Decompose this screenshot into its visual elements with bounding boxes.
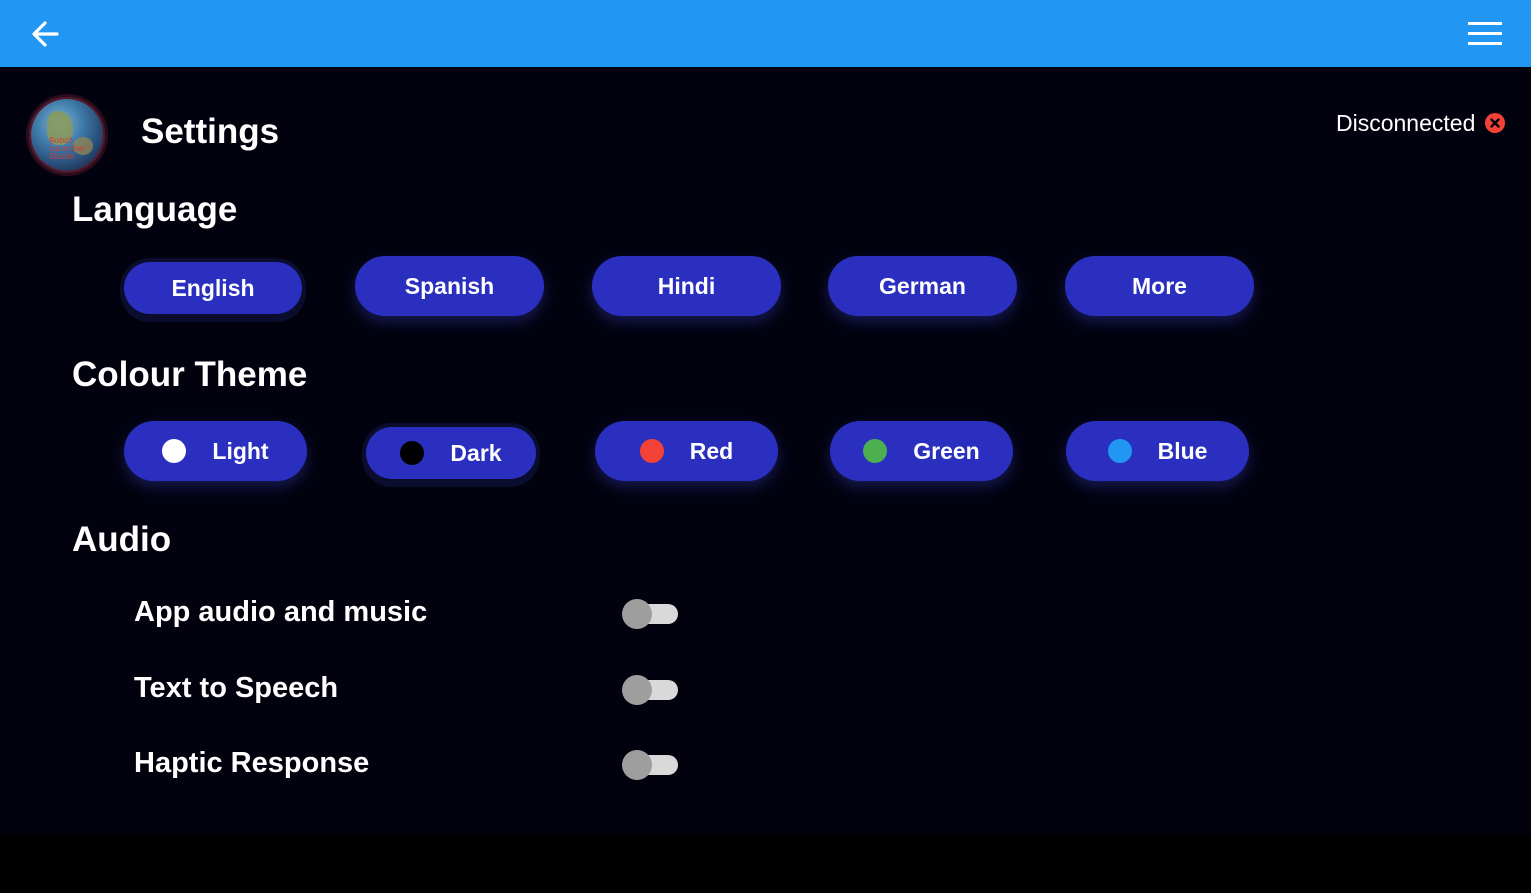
language-option-label: Spanish bbox=[404, 272, 495, 299]
logo-text: Robot Launcher Studio bbox=[49, 136, 87, 161]
theme-option-label: Light bbox=[212, 437, 269, 464]
bottom-strip bbox=[0, 835, 1531, 893]
toggle-knob bbox=[622, 599, 652, 629]
theme-dot-blue-icon bbox=[1107, 439, 1132, 463]
text-to-speech-toggle[interactable] bbox=[622, 675, 678, 705]
theme-dot-black-icon bbox=[400, 441, 425, 465]
language-option-more[interactable]: More bbox=[1065, 256, 1254, 316]
audio-setting-label: Haptic Response bbox=[134, 747, 370, 779]
page-title: Settings bbox=[141, 112, 280, 151]
theme-option-red[interactable]: Red bbox=[595, 421, 778, 481]
arrow-left-icon bbox=[32, 21, 59, 47]
menu-button[interactable] bbox=[1466, 19, 1506, 49]
theme-option-label: Blue bbox=[1157, 437, 1208, 464]
hamburger-menu-icon bbox=[1468, 22, 1502, 45]
connection-status: Disconnected bbox=[1336, 108, 1506, 138]
language-option-hindi[interactable]: Hindi bbox=[592, 256, 781, 316]
app-logo: Robot Launcher Studio bbox=[26, 94, 108, 176]
language-option-english[interactable]: English bbox=[124, 262, 302, 314]
language-option-label: German bbox=[879, 272, 966, 299]
language-option-german[interactable]: German bbox=[828, 256, 1017, 316]
theme-option-dark[interactable]: Dark bbox=[366, 427, 536, 479]
toggle-knob bbox=[622, 675, 652, 705]
language-option-spanish[interactable]: Spanish bbox=[355, 256, 544, 316]
theme-dot-green-icon bbox=[863, 439, 888, 463]
language-option-label: English bbox=[171, 274, 255, 301]
theme-dot-white-icon bbox=[162, 439, 187, 463]
theme-option-label: Dark bbox=[450, 439, 502, 466]
audio-section-title: Audio bbox=[72, 520, 172, 559]
audio-setting-label: App audio and music bbox=[134, 596, 428, 628]
colour-theme-section-title: Colour Theme bbox=[72, 355, 308, 394]
theme-option-label: Red bbox=[689, 437, 734, 464]
theme-dot-red-icon bbox=[639, 439, 664, 463]
app-audio-toggle[interactable] bbox=[622, 599, 678, 629]
language-option-label: Hindi bbox=[657, 272, 716, 299]
top-app-bar bbox=[0, 0, 1531, 67]
language-option-label: More bbox=[1132, 272, 1187, 299]
back-button[interactable] bbox=[28, 17, 62, 51]
language-section-title: Language bbox=[72, 190, 238, 229]
audio-setting-label: Text to Speech bbox=[134, 672, 339, 704]
theme-option-light[interactable]: Light bbox=[124, 421, 307, 481]
connection-status-text: Disconnected bbox=[1336, 109, 1476, 136]
close-circle-icon bbox=[1485, 113, 1506, 133]
haptic-response-toggle[interactable] bbox=[622, 750, 678, 780]
toggle-knob bbox=[622, 750, 652, 780]
theme-option-blue[interactable]: Blue bbox=[1066, 421, 1249, 481]
theme-option-label: Green bbox=[913, 437, 980, 464]
theme-option-green[interactable]: Green bbox=[830, 421, 1013, 481]
